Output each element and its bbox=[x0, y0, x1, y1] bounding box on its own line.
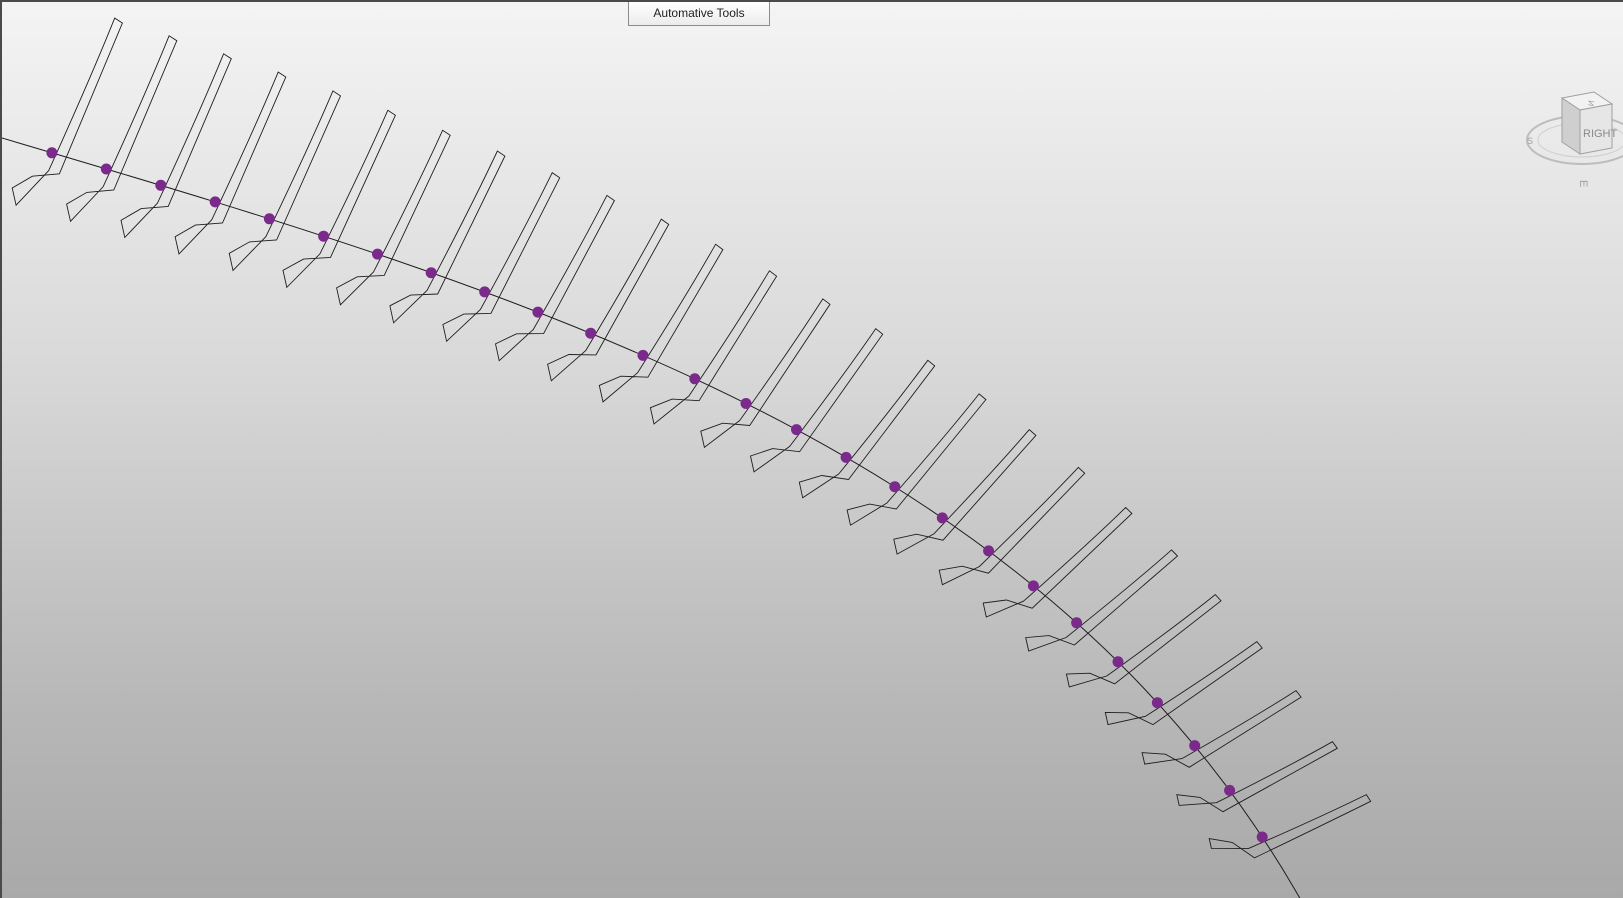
spline-point[interactable] bbox=[318, 230, 330, 242]
spline-point[interactable] bbox=[155, 179, 167, 191]
rib-profile[interactable] bbox=[1208, 794, 1372, 859]
rib-profiles bbox=[11, 17, 1372, 859]
spline-point[interactable] bbox=[100, 163, 112, 175]
spline-point[interactable] bbox=[479, 286, 491, 298]
rib-profile[interactable] bbox=[174, 71, 287, 255]
rib-profile[interactable] bbox=[749, 328, 884, 473]
spline-point[interactable] bbox=[791, 424, 802, 436]
model-scene[interactable] bbox=[2, 2, 1623, 898]
spline-point[interactable] bbox=[1071, 617, 1083, 629]
spline-point[interactable] bbox=[1224, 784, 1236, 796]
spline-point[interactable] bbox=[46, 147, 58, 159]
spline-point[interactable] bbox=[585, 327, 597, 339]
rib-profile[interactable] bbox=[1141, 690, 1302, 768]
rib-profile[interactable] bbox=[938, 466, 1086, 586]
spline-point[interactable] bbox=[1256, 831, 1268, 843]
rib-profile[interactable] bbox=[893, 428, 1037, 555]
rib-profile[interactable] bbox=[846, 393, 987, 526]
rib-profile[interactable] bbox=[598, 243, 724, 403]
rib-profile[interactable] bbox=[11, 17, 123, 207]
rib-profile[interactable] bbox=[1104, 640, 1263, 726]
spline-point[interactable] bbox=[1189, 740, 1201, 752]
spline-points bbox=[46, 147, 1268, 843]
spline-point[interactable] bbox=[425, 267, 437, 279]
spline-point[interactable] bbox=[1112, 656, 1124, 668]
rib-profile[interactable] bbox=[700, 298, 831, 449]
rib-profile[interactable] bbox=[1025, 549, 1179, 652]
rib-profile[interactable] bbox=[798, 359, 936, 499]
rib-profile[interactable] bbox=[1176, 741, 1338, 813]
spline-point[interactable] bbox=[209, 196, 221, 208]
spline-point[interactable] bbox=[983, 545, 995, 557]
spline-point[interactable] bbox=[532, 306, 544, 318]
3d-viewport[interactable]: Automative Tools RIGHT И S E bbox=[0, 0, 1623, 898]
spline-point[interactable] bbox=[1151, 697, 1163, 709]
compass-south: S bbox=[1527, 136, 1533, 146]
spline-point[interactable] bbox=[263, 213, 275, 225]
viewcube[interactable]: RIGHT И S E bbox=[1522, 82, 1623, 202]
rib-profile[interactable] bbox=[547, 218, 670, 382]
rib-profile[interactable] bbox=[282, 109, 396, 289]
rib-profile[interactable] bbox=[1065, 593, 1222, 688]
spline-point[interactable] bbox=[740, 398, 752, 409]
compass-east: E bbox=[1577, 180, 1589, 187]
rib-profile[interactable] bbox=[228, 90, 342, 272]
rib-profile[interactable] bbox=[982, 506, 1133, 618]
viewcube-face-label: RIGHT bbox=[1583, 128, 1618, 140]
rib-profile[interactable] bbox=[120, 53, 232, 239]
spline-point[interactable] bbox=[1027, 580, 1039, 592]
spline-point[interactable] bbox=[689, 373, 701, 385]
spline-point[interactable] bbox=[637, 349, 649, 361]
spline-point[interactable] bbox=[889, 481, 901, 493]
guide-spline[interactable] bbox=[2, 137, 1302, 898]
spline-point[interactable] bbox=[936, 512, 948, 524]
rib-profile[interactable] bbox=[66, 35, 178, 223]
spline-point[interactable] bbox=[840, 451, 852, 463]
rib-profile[interactable] bbox=[649, 270, 778, 425]
spline-point[interactable] bbox=[372, 248, 383, 260]
rib-profile[interactable] bbox=[442, 172, 561, 343]
